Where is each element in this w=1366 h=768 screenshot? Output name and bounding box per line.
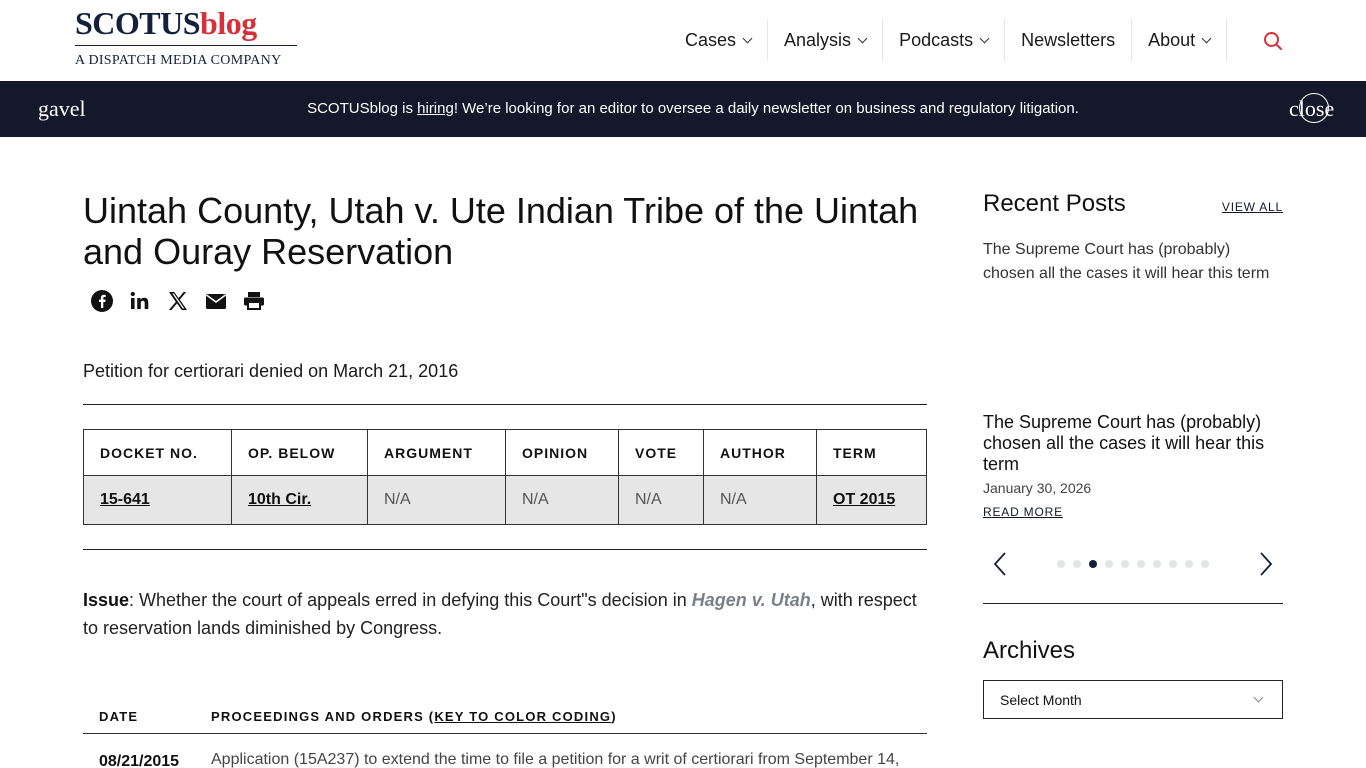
date-column-header: DATE (99, 709, 139, 724)
close-banner-button[interactable]: close (1289, 93, 1337, 125)
carousel-dot[interactable] (1089, 560, 1097, 568)
share-bar (90, 289, 927, 313)
proceeding-date: 08/21/2015 (99, 753, 180, 768)
divider (983, 603, 1283, 604)
header-term: TERM (816, 429, 927, 476)
op-below-link[interactable]: 10th Cir. (231, 475, 368, 525)
chevron-down-icon (1201, 33, 1212, 43)
recent-posts-title: Recent Posts (983, 190, 1126, 217)
carousel-dot[interactable] (1057, 560, 1065, 568)
recent-posts-header: Recent Posts VIEW ALL (983, 190, 1283, 218)
banner-message: SCOTUSblog is hiring! We’re looking for … (307, 100, 1079, 117)
carousel-dot[interactable] (1073, 560, 1081, 568)
post-image[interactable]: The Supreme Court has (probably) chosen … (983, 238, 1283, 404)
header-author: AUTHOR (703, 429, 817, 476)
petition-status: Petition for certiorari denied on March … (83, 361, 459, 381)
search-icon[interactable] (1262, 30, 1284, 52)
logo-subtitle: A DISPATCH MEDIA COMPANY (75, 53, 282, 68)
carousel-dot[interactable] (1185, 560, 1193, 568)
carousel-dot[interactable] (1137, 560, 1145, 568)
logo-blog: blog (200, 5, 257, 41)
facebook-icon[interactable] (90, 289, 114, 313)
site-logo[interactable]: SCOTUSblog A DISPATCH MEDIA COMPANY (75, 6, 297, 69)
issue-text: Issue: Whether the court of appeals erre… (83, 590, 917, 638)
chevron-down-icon (742, 33, 753, 43)
proceedings-header: DATE PROCEEDINGS AND ORDERS (KEY TO COLO… (83, 709, 927, 733)
header-opinion: OPINION (505, 429, 619, 476)
hagen-v-utah-link[interactable]: Hagen v. Utah (692, 590, 811, 610)
carousel-dot[interactable] (1153, 560, 1161, 568)
page-title: Uintah County, Utah v. Ute Indian Tribe … (83, 190, 919, 272)
sidebar: Recent Posts VIEW ALL The Supreme Court … (983, 190, 1283, 719)
nav-newsletters[interactable]: Newsletters (1005, 19, 1133, 61)
carousel-dot[interactable] (1121, 560, 1129, 568)
nav-podcasts[interactable]: Podcasts (883, 19, 1006, 61)
case-content: Uintah County, Utah v. Ute Indian Tribe … (83, 190, 927, 768)
hiring-link[interactable]: hiring (417, 100, 454, 117)
chevron-down-icon (1253, 692, 1264, 703)
chevron-down-icon (979, 33, 990, 43)
divider (83, 733, 927, 734)
docket-link[interactable]: 15-641 (83, 475, 232, 525)
chevron-left-icon[interactable] (989, 551, 1013, 577)
post-carousel (983, 543, 1283, 583)
print-icon[interactable] (242, 289, 266, 313)
header-docket: DOCKET NO. (83, 429, 232, 476)
site-header: SCOTUSblog A DISPATCH MEDIA COMPANY Case… (0, 0, 1366, 81)
table-header-row: DOCKET NO. OP. BELOW ARGUMENT OPINION VO… (83, 429, 927, 476)
main-nav: Cases Analysis Podcasts Newsletters Abou… (669, 19, 1228, 61)
case-info-table: DOCKET NO. OP. BELOW ARGUMENT OPINION VO… (83, 429, 927, 525)
table-row: 15-641 10th Cir. N/A N/A N/A N/A OT 2015 (83, 475, 927, 525)
linkedin-icon[interactable] (128, 289, 152, 313)
x-icon[interactable] (166, 289, 190, 313)
carousel-dot[interactable] (1105, 560, 1113, 568)
vote-value: N/A (618, 475, 704, 525)
term-link[interactable]: OT 2015 (816, 475, 927, 525)
proceeding-row: 08/21/2015 Application (15A237) to exten… (83, 749, 927, 768)
nav-cases[interactable]: Cases (669, 19, 769, 61)
post-date: January 30, 2026 (983, 480, 1092, 496)
opinion-value: N/A (505, 475, 619, 525)
logo-scotus: SCOTUS (75, 5, 201, 41)
divider (83, 404, 927, 405)
header-vote: VOTE (618, 429, 704, 476)
carousel-dot[interactable] (1169, 560, 1177, 568)
email-icon[interactable] (204, 289, 228, 313)
proceeding-text: Application (15A237) to extend the time … (211, 751, 900, 768)
chevron-right-icon[interactable] (1253, 551, 1277, 577)
archives-title: Archives (983, 637, 1076, 664)
nav-about[interactable]: About (1132, 19, 1228, 61)
divider (83, 549, 927, 550)
carousel-dot[interactable] (1201, 560, 1209, 568)
logo-divider (75, 45, 297, 46)
header-argument: ARGUMENT (367, 429, 506, 476)
hiring-banner: gavel SCOTUSblog is hiring! We’re lookin… (0, 81, 1366, 137)
key-to-color-coding-link[interactable]: KEY TO COLOR CODING (434, 709, 611, 724)
carousel-dots (1057, 560, 1209, 568)
author-value: N/A (703, 475, 817, 525)
nav-analysis[interactable]: Analysis (768, 19, 884, 61)
argument-value: N/A (367, 475, 506, 525)
chevron-down-icon (857, 33, 868, 43)
archives-select[interactable]: Select Month (983, 680, 1283, 719)
orders-column-header: PROCEEDINGS AND ORDERS (KEY TO COLOR COD… (211, 709, 617, 724)
read-more-link[interactable]: READ MORE (983, 505, 1283, 519)
post-title-link[interactable]: The Supreme Court has (probably) chosen … (983, 412, 1283, 475)
header-op-below: OP. BELOW (231, 429, 368, 476)
view-all-link[interactable]: VIEW ALL (1222, 200, 1283, 214)
